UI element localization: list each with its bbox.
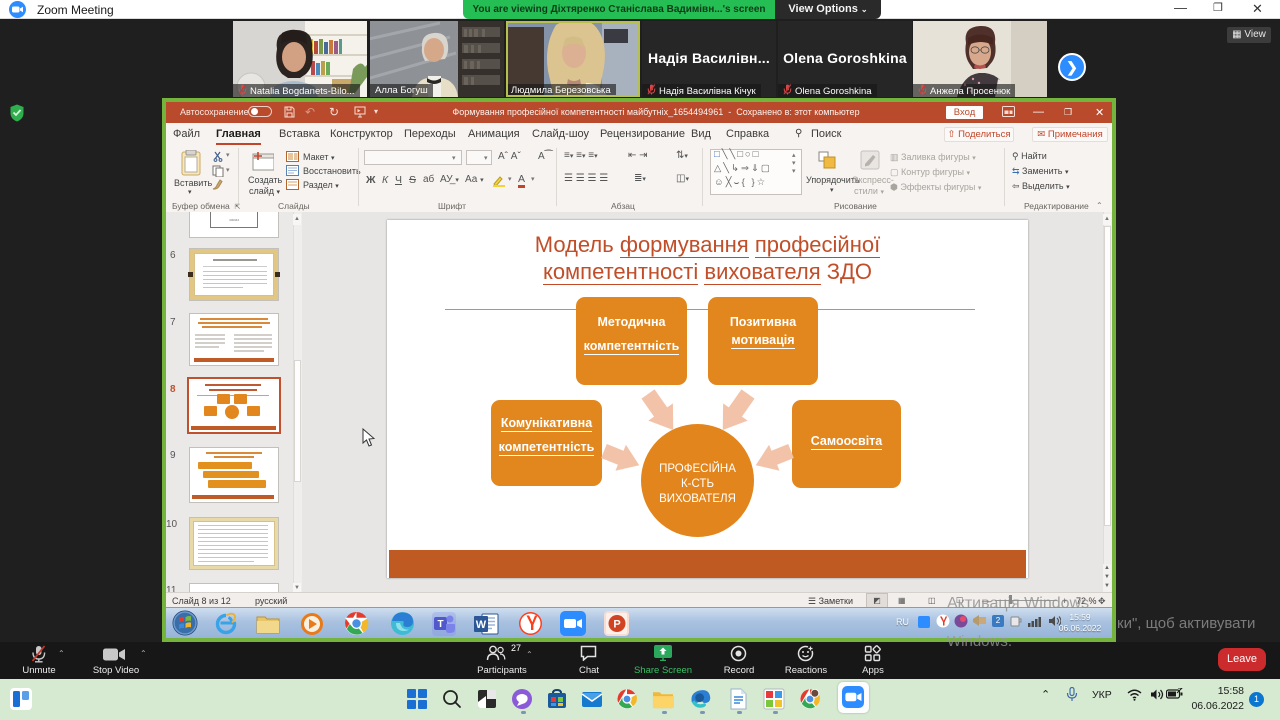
svg-text:P: P — [613, 619, 620, 631]
svg-text:T: T — [437, 619, 443, 630]
svg-text:W: W — [476, 619, 487, 631]
